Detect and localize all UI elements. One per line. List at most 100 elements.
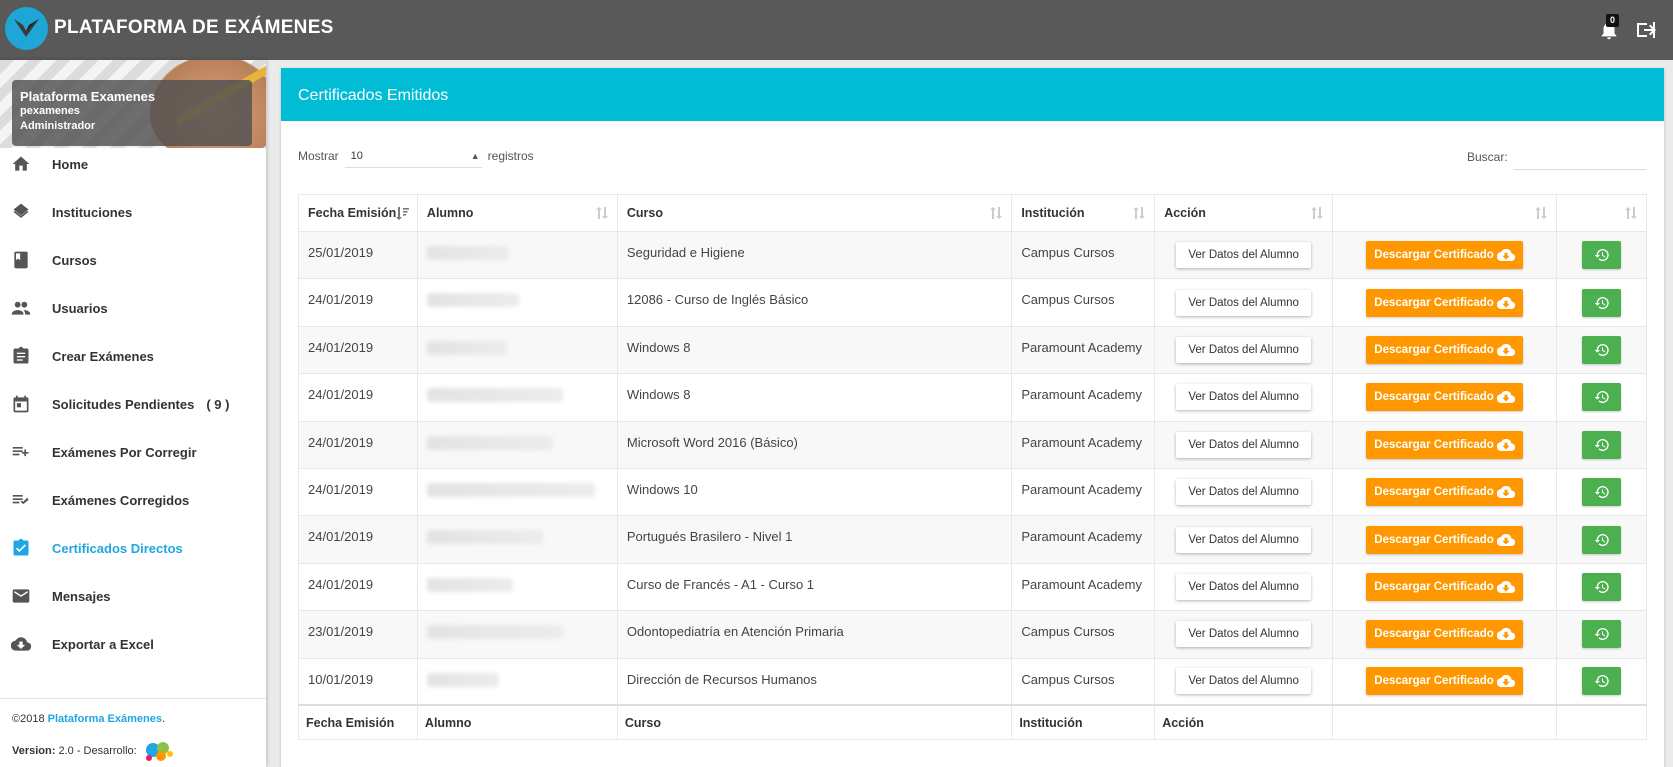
cell-fecha: 10/01/2019 <box>298 657 418 706</box>
sidebar-item-instituciones[interactable]: Instituciones <box>0 188 266 236</box>
regenerate-button[interactable] <box>1582 572 1621 601</box>
institucion-text: Paramount Academy <box>1021 576 1142 592</box>
regenerate-button[interactable] <box>1582 335 1621 364</box>
page-size-select[interactable]: 10 ▲ <box>344 144 482 168</box>
cell-download: Descargar Certificado <box>1332 278 1558 327</box>
view-student-button[interactable]: Ver Datos del Alumno <box>1176 479 1312 506</box>
logo-icon[interactable] <box>5 7 48 50</box>
fecha-text: 24/01/2019 <box>308 339 374 355</box>
download-certificate-button[interactable]: Descargar Certificado <box>1366 383 1524 412</box>
cloud-download-icon <box>1496 675 1515 688</box>
sidebar-item-home[interactable]: Home <box>0 140 266 188</box>
view-student-button[interactable]: Ver Datos del Alumno <box>1176 336 1312 363</box>
column-footer: Fecha Emisión <box>298 704 418 740</box>
cloud-download-icon <box>1496 249 1515 262</box>
download-label: Descargar Certificado <box>1374 249 1494 262</box>
column-header[interactable]: Alumno <box>416 194 618 232</box>
regenerate-button[interactable] <box>1582 430 1621 459</box>
certificates-table: Fecha Emisión Alumno Curso Institución Acció… <box>298 194 1647 740</box>
cell-curso: Windows 8 <box>616 325 1013 375</box>
sidebar-item-label: Exámenes Corregidos <box>52 492 190 508</box>
column-header[interactable]: Fecha Emisión <box>298 194 418 232</box>
cell-curso: Odontopediatría en Atención Primaria <box>616 610 1013 659</box>
institucion-text: Paramount Academy <box>1021 434 1142 450</box>
table-body: 25/01/2019 Seguridad e Higiene Campus Curs… <box>298 230 1647 706</box>
cell-fecha: 24/01/2019 <box>298 325 418 375</box>
regenerate-button[interactable] <box>1582 383 1621 412</box>
column-header[interactable] <box>1332 194 1558 232</box>
search-input[interactable] <box>1513 144 1646 170</box>
cell-alumno <box>416 373 618 422</box>
institucion-text: Campus Cursos <box>1021 624 1115 640</box>
column-header[interactable]: Institución <box>1011 194 1156 232</box>
cell-curso: Windows 10 <box>616 467 1013 517</box>
profile-card[interactable]: Plataforma Examenes pexamenes Administra… <box>12 80 252 146</box>
layers-icon <box>13 203 29 218</box>
sidebar-item-examenes-por-corregir[interactable]: Exámenes Por Corregir <box>0 428 266 476</box>
alumno-redacted <box>426 293 519 308</box>
footer-brand-link[interactable]: Plataforma Exámenes <box>48 713 162 725</box>
download-certificate-button[interactable]: Descargar Certificado <box>1366 288 1524 317</box>
download-certificate-button[interactable]: Descargar Certificado <box>1366 620 1524 649</box>
developer-logo-icon[interactable] <box>141 738 177 764</box>
download-certificate-button[interactable]: Descargar Certificado <box>1366 572 1524 601</box>
sort-icon[interactable] <box>1310 206 1324 220</box>
alumno-redacted <box>426 246 509 260</box>
sort-icon[interactable] <box>595 206 609 220</box>
column-header-label: Alumno <box>426 206 474 220</box>
download-certificate-button[interactable]: Descargar Certificado <box>1366 478 1524 507</box>
column-header-label: Curso <box>626 206 664 220</box>
cell-institucion: Campus Cursos <box>1011 230 1156 280</box>
download-certificate-button[interactable]: Descargar Certificado <box>1366 430 1524 459</box>
cell-institucion: Paramount Academy <box>1011 562 1156 612</box>
view-student-button[interactable]: Ver Datos del Alumno <box>1176 526 1312 553</box>
sidebar-item-certificados-directos[interactable]: Certificados Directos <box>0 524 266 572</box>
view-student-button[interactable]: Ver Datos del Alumno <box>1176 384 1312 411</box>
download-certificate-button[interactable]: Descargar Certificado <box>1366 667 1524 696</box>
sidebar-item-solicitudes-pendientes[interactable]: Solicitudes Pendientes ( 9 ) <box>0 380 266 428</box>
search-control: Buscar: <box>1467 144 1646 170</box>
column-footer: Curso <box>616 704 1013 740</box>
view-student-button[interactable]: Ver Datos del Alumno <box>1176 573 1312 600</box>
sort-icon[interactable] <box>1624 206 1638 220</box>
sidebar-item-cursos[interactable]: Cursos <box>0 236 266 284</box>
regenerate-button[interactable] <box>1582 478 1621 507</box>
sort-icon[interactable] <box>989 206 1003 220</box>
view-student-button[interactable]: Ver Datos del Alumno <box>1176 289 1312 316</box>
column-header[interactable]: Acción <box>1154 194 1334 232</box>
logout-icon[interactable] <box>1634 18 1658 42</box>
cell-accion: Ver Datos del Alumno <box>1154 515 1334 564</box>
certificates-card: Certificados Emitidos Mostrar 10 ▲ regis… <box>281 68 1664 767</box>
fecha-text: 24/01/2019 <box>308 387 374 403</box>
view-student-button[interactable]: Ver Datos del Alumno <box>1176 668 1312 695</box>
view-student-button[interactable]: Ver Datos del Alumno <box>1176 431 1312 458</box>
sidebar-item-label: Certificados Directos <box>52 540 183 556</box>
regenerate-button[interactable] <box>1582 525 1621 554</box>
sidebar-item-mensajes[interactable]: Mensajes <box>0 572 266 620</box>
download-certificate-button[interactable]: Descargar Certificado <box>1366 525 1524 554</box>
cloud-download-icon <box>11 637 31 651</box>
download-certificate-button[interactable]: Descargar Certificado <box>1366 241 1524 270</box>
sidebar-item-examenes-corregidos[interactable]: Exámenes Corregidos <box>0 476 266 524</box>
download-certificate-button[interactable]: Descargar Certificado <box>1366 335 1524 364</box>
sort-icon[interactable] <box>1132 206 1146 220</box>
regenerate-button[interactable] <box>1582 288 1621 317</box>
app-brand[interactable]: PLATAFORMA DE EXÁMENES <box>54 17 334 39</box>
sort-icon[interactable] <box>1534 206 1548 220</box>
sidebar-item-usuarios[interactable]: Usuarios <box>0 284 266 332</box>
regenerate-button[interactable] <box>1582 667 1621 696</box>
cell-regenerate <box>1556 373 1647 422</box>
sort-desc-icon[interactable] <box>395 206 409 220</box>
sidebar-item-crear-examenes[interactable]: Crear Exámenes <box>0 332 266 380</box>
view-student-button[interactable]: Ver Datos del Alumno <box>1176 621 1312 648</box>
cell-regenerate <box>1556 420 1647 469</box>
column-header[interactable] <box>1556 194 1647 232</box>
column-footer-label: Institución <box>1019 715 1083 730</box>
column-header[interactable]: Curso <box>616 194 1013 232</box>
regenerate-button[interactable] <box>1582 241 1621 270</box>
sidebar-item-exportar-excel[interactable]: Exportar a Excel <box>0 620 266 668</box>
regenerate-button[interactable] <box>1582 620 1621 649</box>
view-student-button[interactable]: Ver Datos del Alumno <box>1176 242 1312 269</box>
playlist-check-icon <box>12 495 29 505</box>
cloud-download-icon <box>1496 533 1515 546</box>
